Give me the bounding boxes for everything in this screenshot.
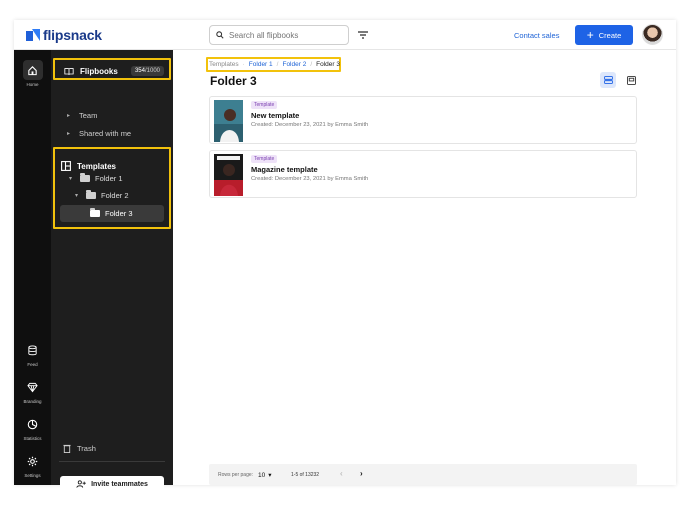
item-meta: Created: December 23, 2021 by Emma Smith [251, 176, 369, 182]
sidebar-item-label: Flipbooks [80, 66, 118, 76]
rail-label: Statistics [23, 436, 42, 441]
rows-per-page-value: 10 [258, 471, 266, 479]
sidebar-folder-2[interactable]: ▾ Folder 2 [75, 190, 129, 200]
rail-label: Home [26, 82, 39, 87]
pagination-bar: Rows per page: 10 ▾ 1-5 of 13232 ‹ › [209, 464, 637, 485]
folder-icon [90, 208, 100, 217]
plus-icon: + [586, 28, 594, 42]
sidebar-item-team[interactable]: ▸ Team [67, 111, 97, 120]
breadcrumb-item-folder-2[interactable]: Folder 2 [282, 61, 306, 68]
sidebar-item-label: Trash [77, 444, 96, 453]
sidebar-item-trash[interactable]: Trash [63, 444, 96, 453]
rail-item-settings[interactable]: Settings [14, 451, 51, 478]
rail-label: Branding [23, 399, 42, 404]
left-rail: Home Feed Branding Statistics Settings [14, 50, 51, 485]
main-content: Templates · Folder 1 / Folder 2 / Folder… [173, 50, 676, 485]
image-view-icon [626, 75, 636, 85]
sidebar-divider [59, 461, 165, 462]
item-meta: Created: December 23, 2021 by Emma Smith [251, 122, 369, 128]
search-icon [216, 31, 224, 39]
sidebar-item-label: Team [79, 111, 98, 120]
template-icon [61, 161, 71, 171]
chevron-down-icon: ▾ [268, 472, 272, 479]
rail-label: Settings [24, 473, 41, 478]
template-thumbnail [214, 154, 243, 196]
folder-icon [80, 173, 90, 182]
breadcrumb-separator: / [276, 61, 279, 68]
chevron-down-icon: ▾ [69, 176, 73, 182]
rail-item-feed[interactable]: Feed [14, 340, 51, 367]
template-badge: Template [251, 155, 278, 163]
chevron-down-icon: ▾ [75, 193, 79, 199]
rail-item-statistics[interactable]: Statistics [14, 414, 51, 441]
breadcrumb-item-templates[interactable]: Templates [209, 61, 239, 68]
chevron-right-icon: ▸ [67, 113, 71, 119]
top-bar: flipsnack Contact sales + Create [14, 20, 676, 50]
user-avatar[interactable] [642, 24, 663, 45]
home-icon [28, 65, 37, 75]
sidebar-item-label: Templates [77, 161, 116, 171]
chevron-right-icon: ▸ [67, 131, 71, 137]
pie-chart-icon [27, 419, 38, 429]
previous-page-button[interactable]: ‹ [340, 469, 343, 478]
search-input[interactable] [229, 30, 339, 40]
add-user-icon [76, 480, 86, 488]
rail-item-home[interactable]: Home [14, 60, 51, 87]
gear-icon [27, 456, 38, 466]
sidebar-folder-1[interactable]: ▾ Folder 1 [69, 173, 123, 183]
rows-per-page-label: Rows per page: [218, 472, 254, 478]
logo-icon [26, 29, 40, 41]
item-title[interactable]: New template [251, 111, 299, 120]
list-item[interactable]: Template New template Created: December … [209, 96, 637, 144]
grid-view-button[interactable] [623, 72, 639, 88]
flipsnack-logo[interactable]: flipsnack [26, 27, 102, 43]
rail-item-branding[interactable]: Branding [14, 377, 51, 404]
breadcrumb-separator: · [242, 61, 245, 68]
list-item[interactable]: Template Magazine template Created: Dece… [209, 150, 637, 198]
invite-label: Invite teammates [91, 480, 148, 488]
sidebar-item-templates[interactable]: Templates [61, 161, 116, 171]
contact-sales-link[interactable]: Contact sales [514, 31, 559, 40]
item-title[interactable]: Magazine template [251, 165, 318, 174]
filter-icon[interactable] [357, 29, 369, 41]
rail-label: Feed [27, 362, 38, 367]
search-box[interactable] [209, 25, 349, 45]
database-icon [28, 344, 37, 355]
create-label: Create [598, 30, 622, 40]
sidebar-item-label: Shared with me [79, 129, 132, 138]
sidebar-folder-3[interactable]: Folder 3 [90, 208, 133, 218]
logo-text: flipsnack [43, 27, 102, 43]
diamond-icon [27, 382, 38, 392]
folder-label: Folder 2 [101, 191, 129, 200]
list-view-icon [603, 76, 613, 84]
book-icon [64, 67, 74, 75]
flipbook-count-badge: 354/1000 [130, 66, 164, 76]
sidebar-item-flipbooks[interactable]: Flipbooks 354/1000 [59, 62, 169, 80]
invite-teammates-button[interactable]: Invite teammates [60, 476, 164, 492]
template-badge: Template [251, 101, 278, 109]
page-range: 1-5 of 13232 [291, 472, 320, 478]
next-page-button[interactable]: › [360, 469, 363, 478]
sidebar: Flipbooks 354/1000 ▸ Team ▸ Shared with … [51, 50, 173, 492]
rows-per-page-select[interactable]: 10 ▾ [258, 471, 272, 480]
template-thumbnail [214, 100, 243, 142]
page-title: Folder 3 [210, 74, 257, 88]
folder-label: Folder 3 [105, 209, 133, 218]
sidebar-item-shared[interactable]: ▸ Shared with me [67, 129, 131, 138]
breadcrumb-item-folder-1[interactable]: Folder 1 [249, 61, 273, 68]
trash-icon [63, 444, 71, 453]
create-button[interactable]: + Create [575, 25, 633, 45]
app-window: flipsnack Contact sales + Create Home Fe… [14, 20, 676, 492]
list-view-button[interactable] [600, 72, 616, 88]
breadcrumb-separator: / [310, 61, 313, 68]
folder-icon [86, 190, 96, 199]
breadcrumb-item-folder-3: Folder 3 [316, 61, 340, 68]
folder-label: Folder 1 [95, 174, 123, 183]
breadcrumb: Templates · Folder 1 / Folder 2 / Folder… [209, 61, 340, 68]
